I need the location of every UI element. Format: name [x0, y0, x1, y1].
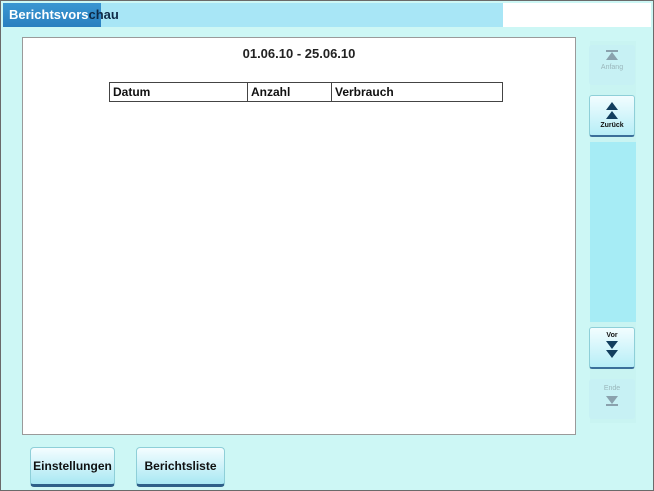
arrow-down-icon — [606, 396, 618, 404]
window-title-suffix: chau — [88, 7, 119, 22]
window-title: Berichtsvorschau — [9, 7, 119, 22]
report-preview-area: 01.06.10 - 25.06.10 Datum Anzahl Verbrau… — [22, 37, 576, 435]
arrow-down-icon — [606, 350, 618, 358]
scroll-thumb[interactable] — [590, 142, 636, 322]
app-window: Berichtsvorschau 01.06.10 - 25.06.10 Dat… — [0, 0, 654, 491]
arrow-up-icon — [606, 102, 618, 110]
scroll-forward-button[interactable]: Vor — [589, 327, 635, 369]
scroll-to-top-button[interactable]: Anfang — [589, 45, 635, 85]
bottom-bar-icon — [606, 404, 618, 406]
report-list-button[interactable]: Berichtsliste — [136, 447, 225, 487]
column-header-verbrauch: Verbrauch — [335, 85, 394, 99]
window-title-prefix: Berichtsvors — [9, 7, 89, 22]
title-bar-light-segment — [101, 3, 503, 27]
arrow-up-icon — [606, 111, 618, 119]
title-bar: Berichtsvorschau — [3, 3, 651, 27]
column-header-anzahl: Anzahl — [248, 83, 332, 101]
scroll-top-label: Anfang — [600, 64, 624, 71]
report-date-range: 01.06.10 - 25.06.10 — [242, 46, 356, 61]
arrow-up-icon — [606, 52, 618, 60]
arrow-down-icon — [606, 341, 618, 349]
scroll-forward-label: Vor — [606, 332, 618, 339]
scroll-back-label: Zurück — [600, 122, 624, 129]
scroll-back-button[interactable]: Zurück — [589, 95, 635, 137]
report-table-header: Datum Anzahl Verbrauch — [109, 82, 503, 102]
scroll-end-label: Ende — [603, 385, 621, 392]
column-header-datum: Datum — [110, 83, 248, 101]
scroll-to-end-button[interactable]: Ende — [589, 379, 635, 419]
settings-button[interactable]: Einstellungen — [30, 447, 115, 487]
